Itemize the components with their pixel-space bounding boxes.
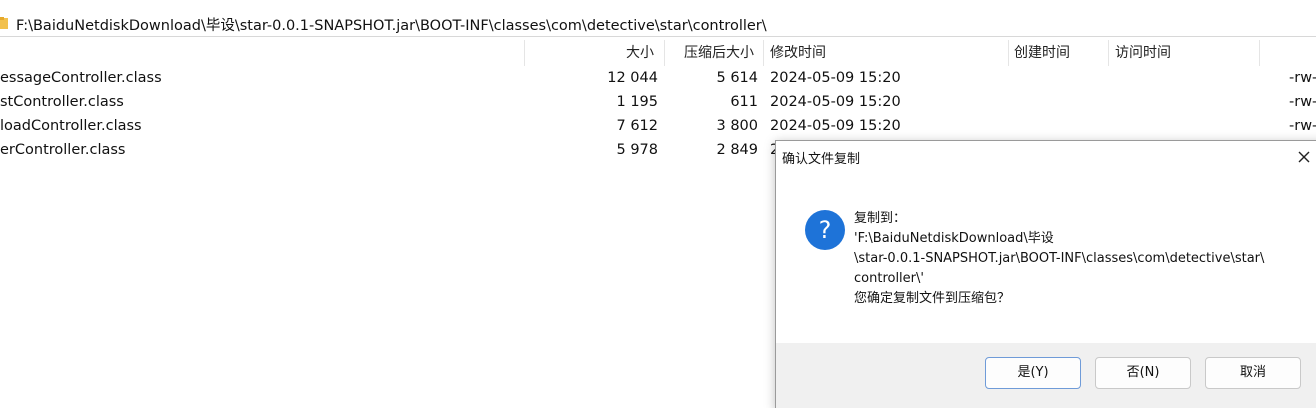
file-attributes: -rw- <box>1289 94 1316 110</box>
file-packed-size: 2 849 <box>716 142 758 158</box>
file-name: loadController.class <box>0 118 142 134</box>
file-packed-size: 611 <box>730 94 758 110</box>
column-divider[interactable] <box>524 40 525 66</box>
file-name: stController.class <box>0 94 124 110</box>
svg-text:?: ? <box>819 216 832 244</box>
file-packed-size: 3 800 <box>716 118 758 134</box>
file-size: 7 612 <box>616 118 658 134</box>
column-divider[interactable] <box>1108 40 1109 66</box>
file-name: essageController.class <box>0 70 162 86</box>
message-line: controller\' <box>854 271 924 286</box>
file-packed-size: 5 614 <box>716 70 758 86</box>
file-size: 12 044 <box>607 70 658 86</box>
column-header-modified[interactable]: 修改时间 <box>770 40 826 66</box>
file-size: 5 978 <box>616 142 658 158</box>
question-icon: ? <box>804 209 846 251</box>
file-modified: 2024-05-09 15:20 <box>770 118 901 134</box>
column-header-created[interactable]: 创建时间 <box>1014 40 1070 66</box>
confirm-copy-dialog: 确认文件复制 ? 复制到： 'F:\BaiduNetdiskDownload\毕… <box>775 140 1316 408</box>
message-line: 您确定复制文件到压缩包？ <box>854 291 1011 306</box>
file-attributes: -rw- <box>1289 70 1316 86</box>
file-modified: 2024-05-09 15:20 <box>770 70 901 86</box>
file-size: 1 195 <box>616 94 658 110</box>
dialog-message: 复制到： 'F:\BaiduNetdiskDownload\毕设 \star-0… <box>854 209 1264 309</box>
column-divider[interactable] <box>664 40 665 66</box>
column-divider[interactable] <box>1008 40 1009 66</box>
table-row[interactable]: stController.class 1 195 611 2024-05-09 … <box>0 90 1316 114</box>
table-row[interactable]: loadController.class 7 612 3 800 2024-05… <box>0 114 1316 138</box>
dialog-body: ? 复制到： 'F:\BaiduNetdiskDownload\毕设 \star… <box>776 173 1316 343</box>
column-divider[interactable] <box>763 40 764 66</box>
dialog-titlebar[interactable]: 确认文件复制 <box>776 141 1316 173</box>
folder-icon <box>0 17 8 29</box>
table-row[interactable]: essageController.class 12 044 5 614 2024… <box>0 66 1316 90</box>
file-name: erController.class <box>0 142 126 158</box>
cancel-button[interactable]: 取消 <box>1205 357 1301 389</box>
column-divider[interactable] <box>1259 40 1260 66</box>
message-line: 'F:\BaiduNetdiskDownload\毕设 <box>854 231 1054 246</box>
file-modified: 2024-05-09 15:20 <box>770 94 901 110</box>
path-bar[interactable]: F:\BaiduNetdiskDownload\毕设\star-0.0.1-SN… <box>0 8 1316 37</box>
dialog-footer: 是(Y) 否(N) 取消 <box>776 343 1316 408</box>
path-text[interactable]: F:\BaiduNetdiskDownload\毕设\star-0.0.1-SN… <box>16 14 767 35</box>
column-header-size[interactable]: 大小 <box>626 40 654 66</box>
column-header-packed-size[interactable]: 压缩后大小 <box>684 40 754 66</box>
dialog-title: 确认文件复制 <box>782 152 861 167</box>
message-line: 复制到： <box>854 211 907 226</box>
column-header-accessed[interactable]: 访问时间 <box>1115 40 1171 66</box>
app-window: F:\BaiduNetdiskDownload\毕设\star-0.0.1-SN… <box>0 0 1316 408</box>
message-line: \star-0.0.1-SNAPSHOT.jar\BOOT-INF\classe… <box>854 251 1265 266</box>
yes-button[interactable]: 是(Y) <box>985 357 1081 389</box>
file-attributes: -rw- <box>1289 118 1316 134</box>
no-button[interactable]: 否(N) <box>1095 357 1191 389</box>
close-icon[interactable] <box>1295 148 1313 166</box>
